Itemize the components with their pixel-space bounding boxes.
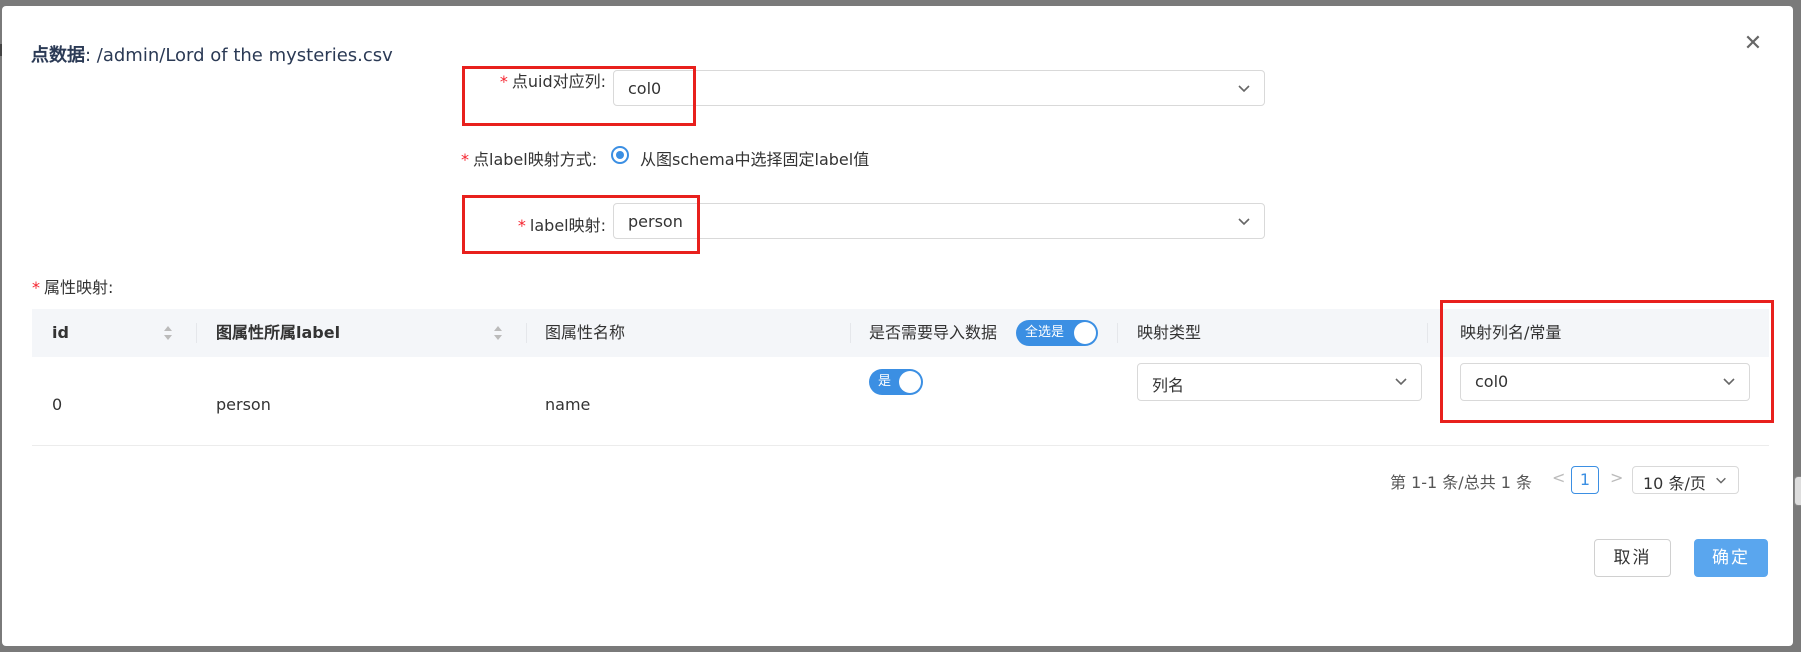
cell-attr-name: name [545,395,591,414]
page-size-value: 10 条/页 [1643,474,1706,493]
chevron-down-icon [1238,85,1250,93]
uid-column-select[interactable]: col0 [613,70,1265,106]
column-header-map-type: 映射类型 [1137,323,1202,342]
map-type-select[interactable]: 列名 [1137,363,1422,401]
column-divider [1427,323,1428,343]
page-size-select[interactable]: 10 条/页 [1632,466,1739,494]
cell-label: person [216,395,271,414]
column-header-attr-name: 图属性名称 [545,323,626,342]
sort-icon[interactable] [163,325,173,341]
chevron-down-icon [1723,378,1735,386]
column-header-id: id [52,323,69,342]
label-map-field-label: * label映射: [517,216,606,235]
row-divider [32,445,1769,446]
pagination-page-1[interactable]: 1 [1571,466,1599,494]
chevron-down-icon [1716,477,1726,484]
label-mode-field-label: * 点label映射方式: [461,150,598,169]
cancel-button[interactable]: 取消 [1594,539,1671,577]
chevron-down-icon [1238,218,1250,226]
column-divider [526,323,527,343]
chevron-down-icon [1395,378,1407,386]
label-mode-option-text: 从图schema中选择固定label值 [640,150,870,169]
label-map-value: person [628,212,683,231]
ok-button[interactable]: 确定 [1694,539,1768,577]
column-divider [196,323,197,343]
column-divider [850,323,851,343]
column-divider [1117,323,1118,343]
table-header: id 图属性所属label 图属性名称 是否需要导入数据 全选是 映射类型 映射… [32,309,1769,357]
map-value-select[interactable]: col0 [1460,363,1750,401]
attr-map-field-label: * 属性映射: [32,278,114,297]
uid-column-value: col0 [628,79,662,98]
pagination-prev[interactable]: < [1552,468,1565,487]
background-fragment [1794,476,1801,506]
vertex-mapping-modal: 点数据: /admin/Lord of the mysteries.csv ✕ … [2,6,1793,646]
map-type-value: 列名 [1152,376,1185,395]
cell-id: 0 [52,395,63,414]
import-switch[interactable]: 是 [869,369,923,395]
label-map-select[interactable]: person [613,203,1265,239]
pagination-next[interactable]: > [1610,468,1623,487]
label-mode-radio[interactable] [611,146,629,164]
column-header-map-value: 映射列名/常量 [1460,323,1562,342]
sort-icon[interactable] [493,325,503,341]
uid-field-label: * 点uid对应列: [499,72,606,91]
column-header-import: 是否需要导入数据 [869,323,998,342]
pagination-summary: 第 1-1 条/总共 1 条 [1390,473,1533,492]
column-header-label: 图属性所属label [216,323,341,342]
modal-title: 点数据: /admin/Lord of the mysteries.csv [31,45,393,66]
close-icon[interactable]: ✕ [1741,32,1765,56]
map-value-value: col0 [1475,372,1509,391]
select-all-switch[interactable]: 全选是 [1016,320,1098,346]
